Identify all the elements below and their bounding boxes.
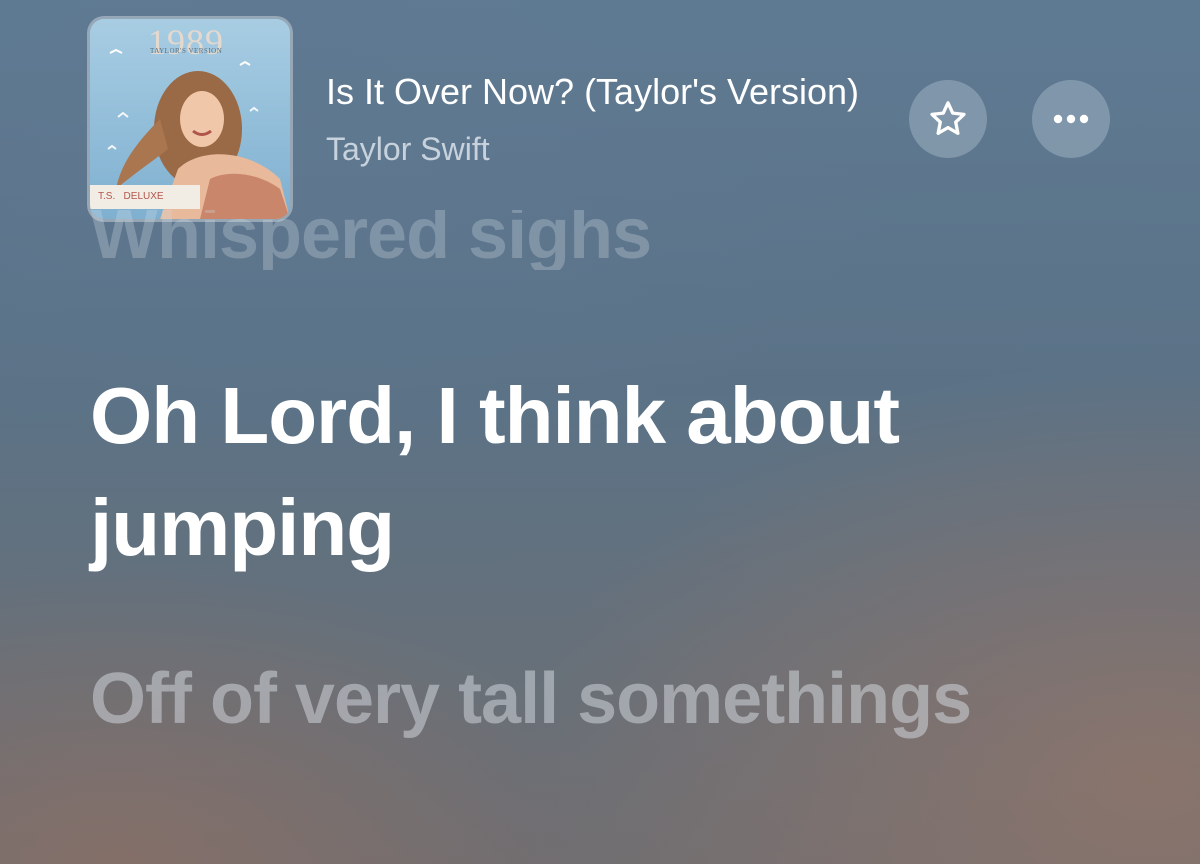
album-cover-subtitle: TAYLOR'S VERSION	[150, 47, 223, 55]
album-cover-label: T.S. DELUXE	[98, 191, 164, 202]
lyric-line-current[interactable]: Oh Lord, I think about jumping	[90, 360, 1090, 584]
track-title: Is It Over Now? (Taylor's Version)	[326, 71, 860, 112]
favorite-button[interactable]	[909, 80, 987, 158]
ellipsis-icon	[1053, 114, 1089, 124]
album-artwork[interactable]: 1989 TAYLOR'S VERSION T.S. DELUXE	[90, 19, 290, 219]
more-options-button[interactable]	[1032, 80, 1110, 158]
lyric-line-next[interactable]: Off of very tall somethings	[90, 645, 990, 753]
track-artist[interactable]: Taylor Swift	[326, 128, 490, 170]
album-cover-title: 1989	[148, 22, 224, 62]
star-icon	[930, 101, 966, 135]
